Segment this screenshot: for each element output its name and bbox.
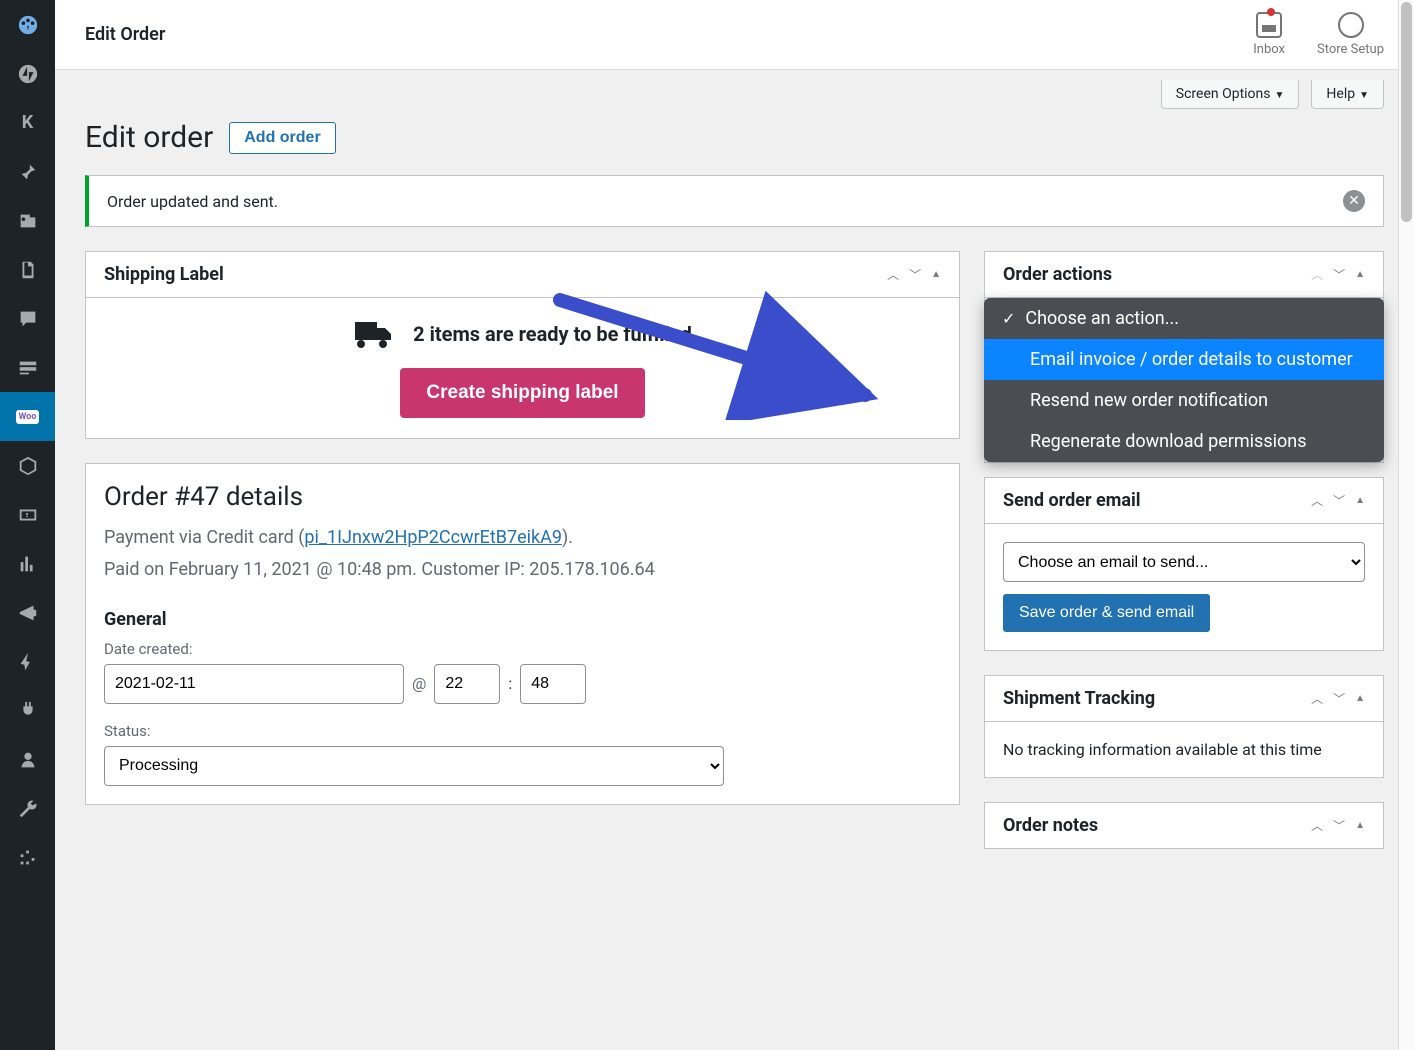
tracking-text: No tracking information available at thi… — [1003, 740, 1365, 759]
toggle-icon[interactable]: ▲ — [931, 269, 941, 280]
date-created-label: Date created: — [104, 640, 941, 658]
at-symbol: @ — [412, 674, 426, 693]
sidebar-comments[interactable] — [0, 294, 55, 343]
move-down-icon[interactable]: ﹀ — [1333, 817, 1345, 834]
admin-sidebar: K Woo — [0, 0, 55, 1050]
sidebar-forms[interactable] — [0, 343, 55, 392]
circle-icon — [1338, 12, 1364, 38]
scrollbar-thumb[interactable] — [1401, 2, 1412, 222]
shipping-label-title: Shipping Label — [104, 264, 224, 285]
order-meta: Payment via Credit card (pi_1IJnxw2HpP2C… — [104, 522, 941, 587]
move-up-icon[interactable]: ︿ — [1311, 817, 1323, 834]
shipment-tracking-title: Shipment Tracking — [1003, 688, 1155, 709]
general-heading: General — [104, 609, 941, 630]
sidebar-plugins[interactable] — [0, 686, 55, 735]
move-up-icon[interactable]: ︿ — [1311, 492, 1323, 509]
sidebar-jetpack[interactable] — [0, 49, 55, 98]
action-placeholder[interactable]: Choose an action... — [984, 298, 1384, 339]
add-order-button[interactable]: Add order — [229, 122, 335, 154]
move-up-icon[interactable]: ︿ — [1311, 266, 1323, 283]
move-down-icon[interactable]: ﹀ — [1333, 492, 1345, 509]
action-resend-notification[interactable]: Resend new order notification — [984, 380, 1384, 421]
toggle-icon[interactable]: ▲ — [1355, 269, 1365, 280]
status-label: Status: — [104, 722, 941, 740]
notice-text: Order updated and sent. — [107, 192, 278, 211]
order-notes-title: Order notes — [1003, 815, 1098, 836]
action-regenerate-permissions[interactable]: Regenerate download permissions — [984, 421, 1384, 462]
shipping-ready-msg: 2 items are ready to be fulfilled — [413, 322, 692, 346]
sidebar-tools[interactable] — [0, 784, 55, 833]
toggle-icon[interactable]: ▲ — [1355, 820, 1365, 831]
dismiss-notice-button[interactable]: ✕ — [1343, 190, 1365, 212]
page-title: Edit order — [85, 120, 213, 155]
order-details-heading: Order #47 details — [104, 482, 941, 512]
sidebar-woocommerce[interactable]: Woo — [0, 392, 55, 441]
move-down-icon[interactable]: ﹀ — [1333, 690, 1345, 707]
toggle-icon[interactable]: ▲ — [1355, 495, 1365, 506]
sidebar-marketing[interactable] — [0, 588, 55, 637]
sidebar-k[interactable]: K — [0, 98, 55, 147]
store-setup-button[interactable]: Store Setup — [1317, 12, 1384, 57]
save-send-email-button[interactable]: Save order & send email — [1003, 594, 1210, 632]
sidebar-dashboard[interactable] — [0, 0, 55, 49]
sidebar-users[interactable] — [0, 735, 55, 784]
order-notes-box: Order notes ︿ ﹀ ▲ — [984, 802, 1384, 849]
send-email-title: Send order email — [1003, 490, 1140, 511]
sidebar-media[interactable] — [0, 196, 55, 245]
minute-input[interactable] — [520, 664, 586, 704]
order-actions-box: Order actions ︿ ﹀ ▲ Choose an action... … — [984, 251, 1384, 463]
truck-icon — [353, 318, 397, 350]
sidebar-pin[interactable] — [0, 147, 55, 196]
store-setup-label: Store Setup — [1317, 42, 1384, 57]
inbox-label: Inbox — [1253, 42, 1285, 57]
payment-link[interactable]: pi_1IJnxw2HpP2CcwrEtB7eikA9 — [304, 527, 562, 548]
status-select[interactable]: Processing — [104, 746, 724, 786]
success-notice: Order updated and sent. ✕ — [85, 175, 1384, 227]
toggle-icon[interactable]: ▲ — [1355, 693, 1365, 704]
sidebar-products[interactable] — [0, 441, 55, 490]
sidebar-pages[interactable] — [0, 245, 55, 294]
shipment-tracking-box: Shipment Tracking ︿ ﹀ ▲ No tracking info… — [984, 675, 1384, 778]
sidebar-appearance[interactable] — [0, 637, 55, 686]
scrollbar[interactable] — [1398, 0, 1414, 1050]
move-down-icon[interactable]: ﹀ — [1333, 266, 1345, 283]
sidebar-analytics[interactable] — [0, 539, 55, 588]
time-colon: : — [508, 674, 512, 693]
email-select[interactable]: Choose an email to send... — [1003, 542, 1365, 582]
sidebar-payments[interactable] — [0, 490, 55, 539]
action-email-invoice[interactable]: Email invoice / order details to custome… — [984, 339, 1384, 380]
shipping-label-box: Shipping Label ︿ ﹀ ▲ 2 items are rea — [85, 251, 960, 439]
sidebar-settings[interactable] — [0, 833, 55, 882]
help-tab[interactable]: Help▼ — [1311, 80, 1384, 109]
order-details-box: Order #47 details Payment via Credit car… — [85, 463, 960, 805]
create-shipping-label-button[interactable]: Create shipping label — [400, 368, 644, 418]
inbox-button[interactable]: Inbox — [1253, 12, 1285, 57]
topbar-title: Edit Order — [85, 24, 165, 45]
screen-options-tab[interactable]: Screen Options▼ — [1161, 80, 1300, 109]
order-actions-dropdown: Choose an action... Email invoice / orde… — [984, 298, 1384, 462]
notification-dot — [1267, 8, 1275, 16]
send-email-box: Send order email ︿ ﹀ ▲ Choose an email t… — [984, 477, 1384, 651]
move-down-icon[interactable]: ﹀ — [909, 266, 921, 283]
move-up-icon[interactable]: ︿ — [887, 266, 899, 283]
hour-input[interactable] — [434, 664, 500, 704]
move-up-icon[interactable]: ︿ — [1311, 690, 1323, 707]
order-actions-title: Order actions — [1003, 264, 1112, 285]
date-input[interactable] — [104, 664, 404, 704]
topbar: Edit Order Inbox Store Setup — [55, 0, 1414, 70]
